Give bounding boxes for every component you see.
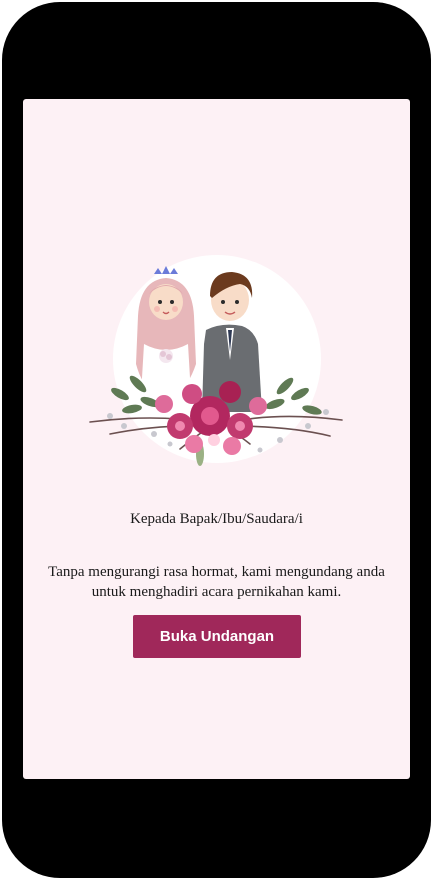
phone-frame: Kepada Bapak/Ibu/Saudara/i Tanpa mengura… (2, 2, 431, 878)
invitation-screen: Kepada Bapak/Ibu/Saudara/i Tanpa mengura… (23, 99, 410, 779)
greeting-text: Kepada Bapak/Ibu/Saudara/i (130, 511, 303, 527)
open-invitation-button[interactable]: Buka Undangan (133, 615, 301, 658)
couple-illustration (89, 255, 343, 466)
invitation-message: Tanpa mengurangi rasa hormat, kami mengu… (48, 564, 385, 600)
